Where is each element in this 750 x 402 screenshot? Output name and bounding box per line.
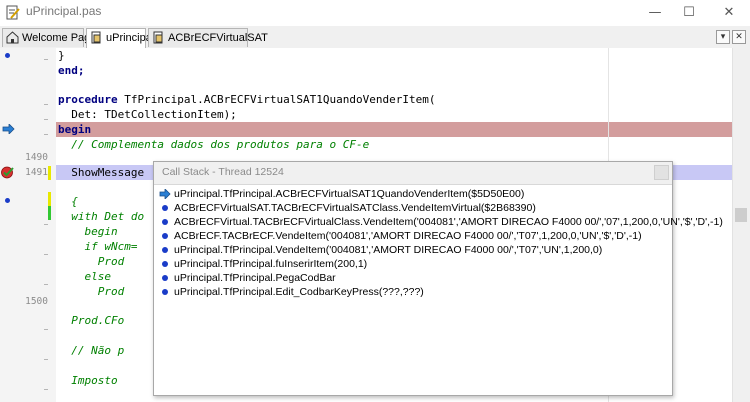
call-stack-entry-text: ACBrECF.TACBrECF.VendeItem('004081','AMO… bbox=[174, 230, 642, 242]
vertical-scrollbar[interactable] bbox=[732, 48, 750, 402]
modified-line-marker bbox=[48, 166, 51, 180]
saved-line-marker bbox=[48, 206, 51, 220]
call-stack-entry[interactable]: ACBrECFVirtualSAT.TACBrECFVirtualSATClas… bbox=[154, 201, 672, 215]
call-stack-popup[interactable]: Call Stack - Thread 12524 uPrincipal.TfP… bbox=[153, 161, 723, 396]
code-comment-line: { bbox=[58, 195, 78, 208]
unit-file-icon bbox=[153, 31, 163, 44]
code-line: begin bbox=[58, 123, 92, 136]
gutter-tick bbox=[44, 389, 48, 390]
editor-gutter[interactable] bbox=[0, 48, 56, 402]
call-stack-entry[interactable]: ACBrECF.TACBrECF.VendeItem('004081','AMO… bbox=[154, 229, 672, 243]
call-stack-entry-text: ACBrECFVirtual.TACBrECFVirtualClass.Vend… bbox=[174, 216, 723, 228]
call-stack-entry-text: uPrincipal.TfPrincipal.PegaCodBar bbox=[174, 272, 336, 284]
line-number: 1491 bbox=[25, 167, 48, 178]
code-comment-line: Prod bbox=[58, 255, 125, 268]
gutter-tick bbox=[44, 254, 48, 255]
code-keyword: procedure bbox=[58, 93, 118, 106]
code-comment-line: begin bbox=[58, 225, 118, 238]
breakpoint-line-marker[interactable] bbox=[5, 53, 10, 58]
tab-list-dropdown-button[interactable]: ▾ bbox=[716, 30, 730, 44]
code-comment-line: if wNcm= bbox=[58, 240, 138, 253]
call-stack-header: Call Stack - Thread 12524 bbox=[154, 162, 672, 185]
code-line: Det: TDetCollectionItem); bbox=[58, 108, 237, 121]
code-line: procedure TfPrincipal.ACBrECFVirtualSAT1… bbox=[58, 92, 436, 107]
call-stack-entry[interactable]: uPrincipal.TfPrincipal.PegaCodBar bbox=[154, 271, 672, 285]
gutter-tick bbox=[44, 59, 48, 60]
tab-label: ACBrECFVirtualSAT bbox=[168, 32, 268, 44]
execution-point-arrow-icon bbox=[2, 124, 15, 134]
gutter-tick bbox=[44, 329, 48, 330]
breakpoint-line-marker[interactable] bbox=[5, 198, 10, 203]
call-stack-entry[interactable]: uPrincipal.TfPrincipal.ACBrECFVirtualSAT… bbox=[154, 187, 672, 201]
code-comment-line: // Não p bbox=[58, 344, 125, 357]
call-stack-title: Call Stack - Thread 12524 bbox=[162, 166, 284, 178]
frame-bullet-icon bbox=[162, 219, 168, 225]
current-frame-arrow-icon bbox=[159, 189, 171, 199]
gutter-tick bbox=[44, 284, 48, 285]
code-text: TfPrincipal.ACBrECFVirtualSAT1QuandoVend… bbox=[117, 93, 436, 106]
call-stack-entry-text: uPrincipal.TfPrincipal.VendeItem('004081… bbox=[174, 244, 603, 256]
gutter-tick bbox=[44, 359, 48, 360]
code-comment-line: Prod bbox=[58, 285, 125, 298]
frame-bullet-icon bbox=[162, 205, 168, 211]
welcome-page-icon bbox=[6, 31, 19, 44]
call-stack-entry[interactable]: uPrincipal.TfPrincipal.Edit_CodbarKeyPre… bbox=[154, 285, 672, 299]
maximize-button[interactable]: ☐ bbox=[670, 0, 708, 26]
code-comment-line: // Complementa dados dos produtos para o… bbox=[58, 138, 370, 151]
code-comment-line: Imposto bbox=[58, 374, 118, 387]
vertical-scrollbar-thumb[interactable] bbox=[735, 208, 747, 222]
code-comment-line: else bbox=[58, 270, 111, 283]
frame-bullet-icon bbox=[162, 289, 168, 295]
gutter-tick bbox=[44, 134, 48, 135]
call-stack-entry[interactable]: ACBrECFVirtual.TACBrECFVirtualClass.Vend… bbox=[154, 215, 723, 229]
call-stack-entry-text: uPrincipal.TfPrincipal.Edit_CodbarKeyPre… bbox=[174, 286, 424, 298]
tab-uprincipal[interactable]: uPrincipal bbox=[86, 28, 154, 48]
frame-bullet-icon bbox=[162, 275, 168, 281]
frame-bullet-icon bbox=[162, 233, 168, 239]
gutter-tick bbox=[44, 104, 48, 105]
unit-file-icon bbox=[91, 31, 101, 44]
call-stack-entry-text: ACBrECFVirtualSAT.TACBrECFVirtualSATClas… bbox=[174, 202, 536, 214]
close-window-button[interactable]: ✕ bbox=[710, 0, 748, 26]
line-number: 1490 bbox=[25, 152, 48, 163]
code-line: } bbox=[58, 49, 65, 62]
execution-point-line bbox=[56, 122, 732, 137]
gutter-tick bbox=[44, 224, 48, 225]
code-line: end; bbox=[58, 64, 85, 77]
call-stack-close-button[interactable] bbox=[654, 165, 669, 180]
gutter-tick bbox=[44, 119, 48, 120]
frame-bullet-icon bbox=[162, 261, 168, 267]
title-bar: uPrincipal.pas — ☐ ✕ bbox=[0, 0, 750, 26]
file-edit-icon bbox=[6, 5, 20, 20]
code-comment-line: with Det do bbox=[58, 210, 145, 223]
code-line: ShowMessage bbox=[58, 166, 145, 179]
tab-acbrecfvirtualsat[interactable]: ACBrECFVirtualSAT bbox=[148, 28, 268, 47]
call-stack-entry-text: uPrincipal.TfPrincipal.fuInserirItem(200… bbox=[174, 258, 368, 270]
minimize-button[interactable]: — bbox=[636, 0, 674, 26]
tab-welcome-page[interactable]: Welcome Page bbox=[2, 28, 96, 47]
editor-tab-bar: Welcome Page uPrincipal ACBrECFVirtualSA… bbox=[0, 26, 750, 49]
line-number: 1500 bbox=[25, 296, 48, 307]
modified-line-marker bbox=[48, 192, 51, 206]
window-title: uPrincipal.pas bbox=[26, 4, 102, 18]
close-tab-button[interactable]: ✕ bbox=[732, 30, 746, 44]
frame-bullet-icon bbox=[162, 247, 168, 253]
call-stack-entry[interactable]: uPrincipal.TfPrincipal.VendeItem('004081… bbox=[154, 243, 672, 257]
call-stack-entry-text: uPrincipal.TfPrincipal.ACBrECFVirtualSAT… bbox=[174, 188, 525, 200]
code-comment-line: Prod.CFo bbox=[58, 314, 125, 327]
call-stack-entry[interactable]: uPrincipal.TfPrincipal.fuInserirItem(200… bbox=[154, 257, 672, 271]
